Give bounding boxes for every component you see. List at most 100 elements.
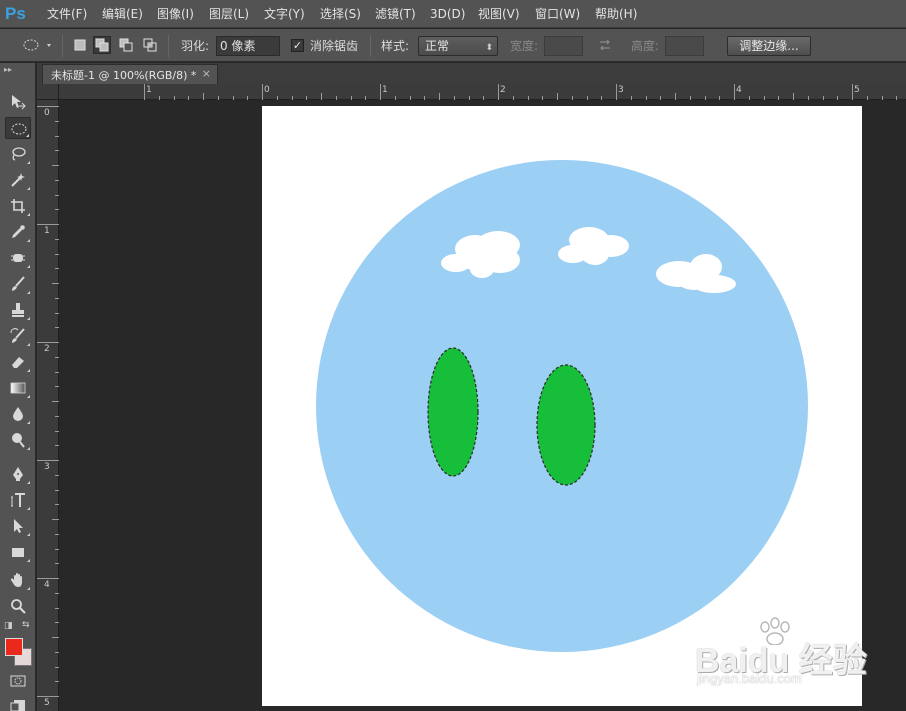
clone-stamp-tool[interactable] — [5, 299, 31, 321]
width-input[interactable] — [544, 36, 583, 56]
watermark-site-url: jingyan.baidu.com — [697, 671, 802, 686]
tool-flyout-indicator — [27, 559, 30, 562]
refine-edge-button[interactable]: 调整边缘... — [727, 36, 811, 56]
green-ellipse-right[interactable] — [536, 364, 596, 486]
tool-flyout-indicator — [27, 161, 30, 164]
ruler-origin[interactable] — [37, 84, 59, 100]
swap-colors-icon[interactable]: ⇆ — [22, 620, 30, 630]
spot-healing-tool[interactable] — [5, 247, 31, 269]
tool-preset-picker[interactable] — [22, 37, 52, 53]
ruler-label: 4 — [44, 580, 50, 590]
screen-mode-icon — [10, 700, 25, 711]
feather-input[interactable]: 0 像素 — [216, 36, 280, 56]
elliptical-marquee-tool[interactable] — [5, 117, 31, 139]
hand-tool[interactable] — [5, 569, 31, 591]
move-tool[interactable] — [5, 91, 31, 113]
vertical-ruler[interactable]: 0 1 2 3 4 5 — [37, 100, 59, 711]
menu-file[interactable]: 文件(F) — [47, 6, 87, 22]
subtract-from-selection-button[interactable] — [118, 37, 134, 53]
tool-flyout-indicator — [27, 533, 30, 536]
ruler-tick — [55, 327, 59, 329]
rectangle-tool[interactable] — [5, 541, 31, 563]
type-tool-icon — [11, 493, 25, 507]
add-to-selection-button[interactable] — [93, 36, 111, 54]
magic-wand-tool[interactable] — [5, 169, 31, 191]
new-selection-icon — [74, 39, 86, 51]
default-colors-icon[interactable]: ◨ — [4, 621, 13, 631]
ruler-tick — [365, 96, 367, 100]
intersect-selection-button[interactable] — [142, 37, 158, 53]
spot-healing-tool-icon — [11, 254, 25, 262]
style-label: 样式: — [381, 39, 410, 53]
menu-3d[interactable]: 3D(D) — [430, 6, 465, 22]
ruler-tick — [55, 474, 59, 476]
menu-window[interactable]: 窗口(W) — [535, 6, 580, 22]
close-icon[interactable]: × — [202, 67, 211, 80]
ruler-label: 2 — [500, 85, 506, 95]
ruler-tick — [55, 622, 59, 624]
height-input[interactable] — [665, 36, 704, 56]
ruler-tick — [55, 548, 59, 550]
menu-type[interactable]: 文字(Y) — [264, 6, 305, 22]
ruler-tick — [276, 96, 278, 100]
quick-mask-button[interactable] — [5, 670, 31, 692]
document-tab[interactable]: 未标题-1 @ 100%(RGB/8) * × — [42, 64, 218, 84]
ruler-label: 0 — [264, 85, 270, 95]
menu-edit[interactable]: 编辑(E) — [102, 6, 143, 22]
ruler-tick — [55, 563, 59, 565]
foreground-color-swatch[interactable] — [5, 638, 23, 656]
menu-filter[interactable]: 滤镜(T) — [375, 6, 416, 22]
ruler-tick — [468, 96, 470, 100]
green-ellipse-left[interactable] — [427, 347, 479, 477]
pen-tool[interactable] — [5, 463, 31, 485]
ruler-tick — [55, 150, 59, 152]
hand-tool-icon — [10, 573, 22, 587]
brush-tool[interactable] — [5, 273, 31, 295]
ruler-label: 3 — [44, 462, 50, 472]
collapse-panel-icon[interactable]: ▸▸ — [4, 65, 12, 74]
ruler-tick — [778, 96, 780, 100]
path-selection-tool[interactable] — [5, 515, 31, 537]
menu-bar: Ps 文件(F) 编辑(E) 图像(I) 图层(L) 文字(Y) 选择(S) 滤… — [0, 0, 906, 28]
ruler-tick — [247, 96, 249, 100]
crop-tool[interactable] — [5, 195, 31, 217]
style-select[interactable]: 正常 ⬍ — [418, 36, 498, 56]
menu-select[interactable]: 选择(S) — [320, 6, 361, 22]
gradient-tool[interactable] — [5, 377, 31, 399]
horizontal-ruler[interactable]: 1 0 1 2 3 4 5 — [59, 84, 906, 100]
options-separator — [370, 35, 371, 57]
menu-view[interactable]: 视图(V) — [478, 6, 520, 22]
swap-width-height-button[interactable] — [597, 37, 613, 53]
menu-help[interactable]: 帮助(H) — [595, 6, 637, 22]
ruler-tick — [793, 93, 794, 100]
ruler-tick — [512, 96, 514, 100]
ruler-tick — [409, 96, 411, 100]
intersect-selection-icon — [143, 38, 157, 52]
menu-image[interactable]: 图像(I) — [157, 6, 194, 22]
new-selection-button[interactable] — [72, 37, 88, 53]
history-brush-tool[interactable] — [5, 325, 31, 347]
blur-tool[interactable] — [5, 403, 31, 425]
ruler-tick — [55, 533, 59, 535]
rectangle-tool-icon — [12, 548, 24, 557]
menu-layer[interactable]: 图层(L) — [209, 6, 249, 22]
type-tool[interactable] — [5, 489, 31, 511]
ruler-tick — [675, 93, 676, 100]
ruler-tick — [645, 96, 647, 100]
anti-alias-checkbox[interactable]: ✓ — [291, 39, 304, 52]
ruler-tick — [37, 460, 59, 461]
eyedropper-tool[interactable] — [5, 221, 31, 243]
ruler-tick — [291, 96, 293, 100]
pen-tool-icon — [13, 467, 23, 481]
ruler-tick — [52, 519, 59, 520]
ruler-tick — [55, 651, 59, 653]
lasso-tool[interactable] — [5, 143, 31, 165]
screen-mode-button[interactable] — [5, 695, 31, 711]
dodge-tool[interactable] — [5, 429, 31, 451]
ruler-tick — [896, 96, 898, 100]
ruler-tick — [55, 445, 59, 447]
eraser-tool[interactable] — [5, 351, 31, 373]
zoom-tool[interactable] — [5, 595, 31, 617]
document-tab-title: 未标题-1 @ 100%(RGB/8) * — [51, 69, 197, 82]
ruler-tick — [55, 312, 59, 314]
